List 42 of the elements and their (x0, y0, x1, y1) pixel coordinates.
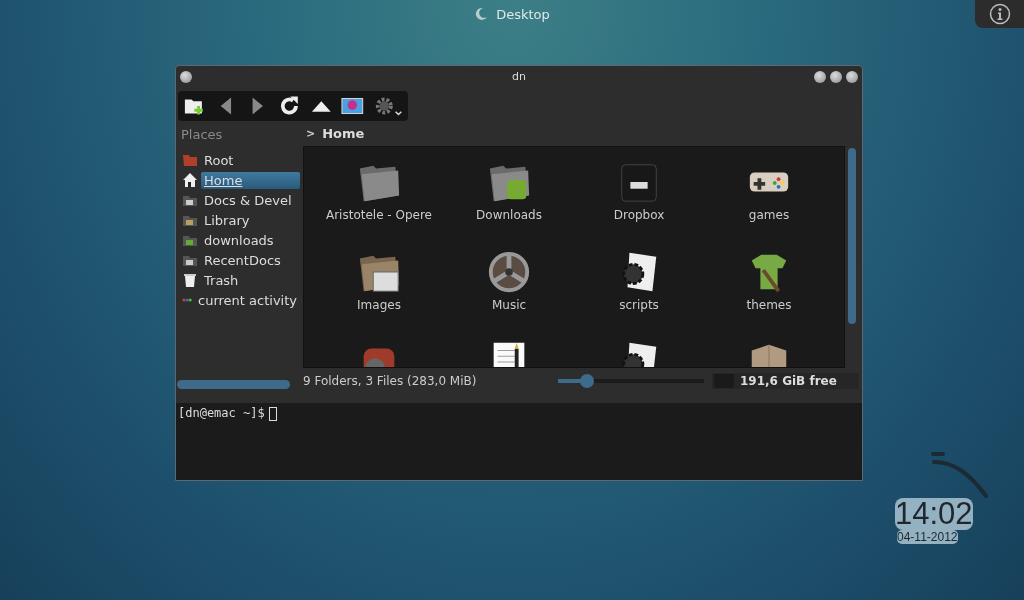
clock-date: 04-11-2012 (897, 530, 958, 544)
places-item[interactable]: current activity (195, 291, 300, 309)
clock-arc-drawing (930, 450, 990, 500)
window-title: dn (511, 70, 527, 83)
file-name: Downloads (475, 208, 543, 222)
dots-icon (182, 297, 193, 303)
reel-icon[interactable] (486, 249, 532, 295)
info-button[interactable] (975, 0, 1024, 28)
terminal-prompt: [dn@emac ~]$ (178, 406, 265, 420)
crescent-icon (474, 7, 489, 21)
breadcrumb-separator: > (306, 127, 316, 140)
desktop-title: Desktop (496, 6, 550, 22)
places-item[interactable]: Trash (201, 271, 300, 289)
file-name: themes (745, 298, 793, 312)
sidebar-scrollbar[interactable] (177, 380, 290, 389)
places-item[interactable]: RecentDocs (201, 251, 300, 269)
text-cursor (268, 407, 277, 421)
places-item[interactable]: downloads (201, 231, 300, 249)
places-item[interactable]: Home (201, 171, 300, 189)
places-heading: Places (180, 127, 224, 144)
minimize-button[interactable] (814, 70, 826, 83)
free-space-indicator: 191,6 GiB free (712, 373, 859, 389)
places-item[interactable]: Library (201, 211, 300, 229)
file-name: Music (490, 298, 528, 312)
file-name: Dropbox (612, 208, 666, 222)
clock-time: 14:02 (895, 498, 973, 530)
file-name: Images (356, 298, 402, 312)
trash-icon (182, 272, 198, 288)
file-name: games (747, 208, 791, 222)
house-icon (182, 172, 198, 188)
places-item[interactable]: Docs & Devel (201, 191, 300, 209)
close-button[interactable] (846, 70, 858, 83)
places-item[interactable]: Root (201, 151, 300, 169)
status-summary: 9 Folders, 3 Files (283,0 MiB) (303, 374, 478, 388)
maximize-button[interactable] (830, 70, 842, 83)
breadcrumb-item[interactable]: Home (322, 126, 365, 141)
info-icon (988, 3, 1011, 25)
folder-icon (182, 152, 198, 168)
scrollbar-thumb[interactable] (848, 148, 856, 324)
file-name: scripts (618, 298, 660, 312)
file-name: Aristotele - Opere (324, 208, 433, 222)
window-menu-button[interactable] (180, 70, 192, 83)
